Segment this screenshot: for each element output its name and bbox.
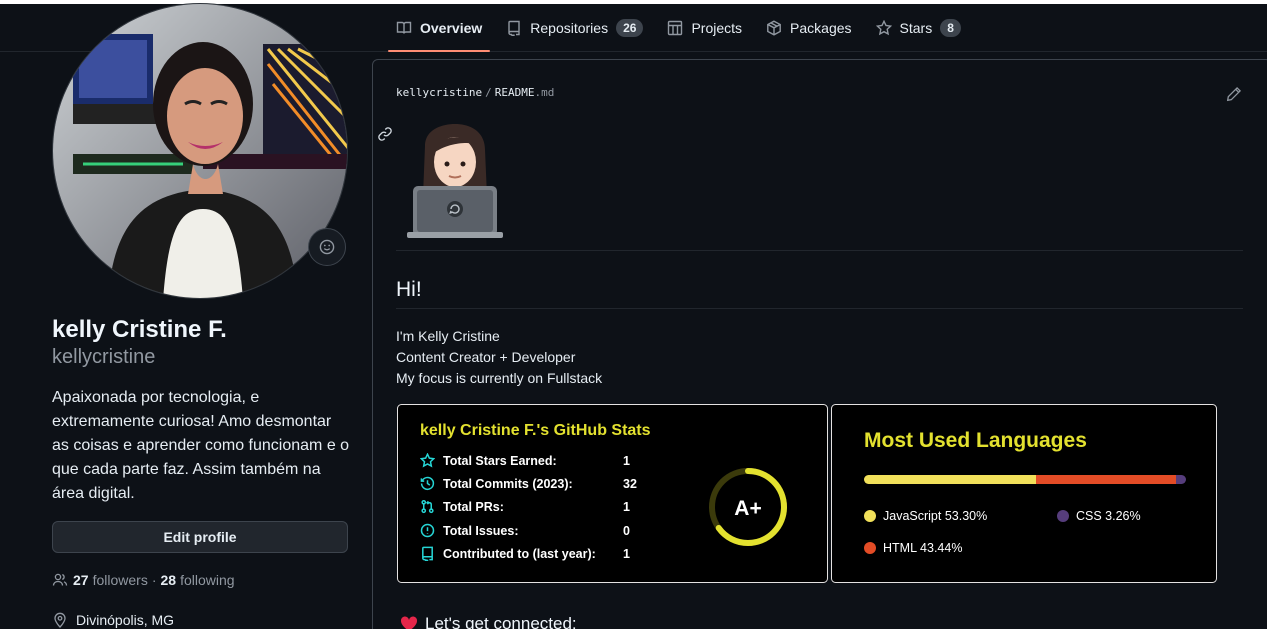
repo-icon: [508, 20, 520, 36]
table-icon: [668, 20, 683, 36]
profile-location: Divinópolis, MG: [52, 612, 174, 628]
tab-packages[interactable]: Packages: [758, 4, 859, 52]
avatar-photo: [53, 4, 347, 298]
profile-username: kellycristine: [52, 346, 156, 368]
stat-label: Total Commits (2023):: [443, 476, 573, 491]
readme-path: kellycristine / README.md: [396, 86, 554, 99]
following-count: 28: [160, 572, 177, 588]
intro-line: My focus is currently on Fullstack: [396, 370, 603, 386]
divider: [396, 250, 1243, 251]
stat-row: Total Commits (2023): 32: [420, 476, 637, 491]
stat-value: 1: [623, 499, 630, 514]
language-legend-item: CSS 3.26%: [1057, 509, 1141, 523]
developer-emoji-image: [407, 124, 503, 238]
stat-value: 1: [623, 546, 630, 561]
divider: [396, 308, 1243, 309]
tab-repositories[interactable]: Repositories 26: [498, 4, 651, 52]
intro-line: Content Creator + Developer: [396, 349, 576, 365]
language-legend-item: JavaScript 53.30%: [864, 509, 987, 523]
lang-bar-segment-css: [1175, 475, 1186, 484]
link-icon: [378, 127, 392, 141]
path-separator: /: [485, 86, 492, 99]
tab-projects[interactable]: Projects: [659, 4, 750, 52]
github-stats-card: kelly Cristine F.'s GitHub Stats Total S…: [397, 404, 828, 583]
rank-grade: A+: [734, 497, 761, 520]
following-link[interactable]: 28 following: [161, 572, 235, 588]
tab-label: Overview: [420, 20, 483, 36]
followers-link[interactable]: 27 followers: [73, 572, 148, 588]
edit-profile-button[interactable]: Edit profile: [52, 521, 348, 553]
languages-card-title: Most Used Languages: [864, 429, 1087, 452]
tab-label: Stars: [899, 20, 933, 36]
stat-value: 0: [623, 523, 630, 538]
location-text: Divinópolis, MG: [76, 612, 175, 628]
stat-label: Total Issues:: [443, 523, 519, 538]
stat-row: Contributed to (last year): 1: [420, 546, 630, 561]
readme-owner[interactable]: kellycristine: [396, 86, 482, 99]
tab-label: Projects: [691, 20, 743, 36]
follow-stats: 27 followers · 28 following: [52, 572, 235, 588]
profile-bio: Apaixonada por tecnologia, e extremament…: [52, 389, 350, 502]
following-label: following: [180, 572, 235, 588]
location-icon: [54, 612, 66, 628]
follow-separator: ·: [151, 572, 157, 588]
stat-value: 1: [623, 453, 630, 468]
stars-count-badge: 8: [940, 19, 961, 37]
lets-connect-heading: Let's get connected:: [400, 614, 577, 629]
readme-ext: .md: [534, 86, 555, 99]
people-icon: [52, 573, 68, 586]
tab-overview[interactable]: Overview: [388, 4, 491, 52]
heart-icon: [400, 616, 418, 629]
star-icon: [875, 20, 892, 36]
set-status-button[interactable]: [308, 228, 346, 266]
tab-label: Packages: [790, 20, 852, 36]
avatar[interactable]: [52, 3, 348, 299]
rank-ring: A+: [709, 468, 787, 546]
stat-row: Total Stars Earned: 1: [420, 453, 630, 468]
language-label: HTML 43.44%: [883, 541, 963, 555]
profile-name: kelly Cristine F.: [52, 316, 227, 343]
lang-bar-segment-html: [1035, 475, 1176, 484]
edit-readme-button[interactable]: [1226, 86, 1242, 107]
smiley-icon: [319, 239, 335, 255]
repositories-count-badge: 26: [616, 19, 644, 37]
language-label: CSS 3.26%: [1076, 509, 1141, 523]
stat-label: Contributed to (last year):: [443, 546, 596, 561]
issue-icon: [420, 523, 435, 538]
intro-line: I'm Kelly Cristine: [396, 328, 500, 344]
connect-text: Let's get connected:: [425, 614, 577, 629]
followers-count: 27: [73, 572, 89, 588]
stat-label: Total Stars Earned:: [443, 453, 557, 468]
book-icon: [396, 21, 412, 34]
followers-label: followers: [92, 572, 148, 588]
history-icon: [420, 476, 435, 490]
package-icon: [767, 20, 781, 36]
language-label: JavaScript 53.30%: [883, 509, 988, 523]
readme-heading: Hi!: [396, 278, 422, 301]
profile-tabs: Overview Repositories 26 Projects Packag…: [388, 4, 977, 52]
stat-row: Total Issues: 0: [420, 523, 630, 538]
language-dot: [1057, 510, 1069, 522]
stat-label: Total PRs:: [443, 499, 504, 514]
language-legend-item: HTML 43.44%: [864, 541, 962, 555]
language-dot: [864, 542, 876, 554]
pencil-icon: [1226, 86, 1242, 102]
stats-card-title: kelly Cristine F.'s GitHub Stats: [420, 422, 651, 439]
language-dot: [864, 510, 876, 522]
repo-icon: [422, 546, 433, 561]
languages-progress-bar: [864, 475, 1186, 484]
pull-request-icon: [421, 499, 434, 514]
most-used-languages-card: Most Used Languages JavaScript 53.30% CS…: [831, 404, 1217, 583]
stat-row: Total PRs: 1: [420, 499, 630, 514]
stat-value: 32: [623, 476, 637, 491]
tab-stars[interactable]: Stars 8: [868, 4, 969, 52]
readme-intro: I'm Kelly Cristine Content Creator + Dev…: [396, 326, 602, 389]
readme-file[interactable]: README: [495, 86, 535, 99]
star-icon: [420, 453, 435, 468]
tab-label: Repositories: [530, 20, 609, 36]
anchor-link[interactable]: [377, 126, 393, 147]
lang-bar-segment-javascript: [864, 475, 1036, 484]
